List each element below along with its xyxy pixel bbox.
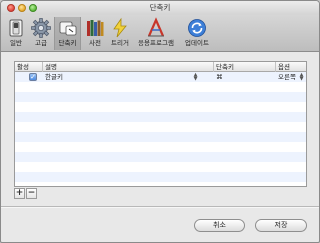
application-icon: [147, 17, 165, 37]
remove-row-button[interactable]: −: [26, 188, 37, 199]
empty-row: [15, 182, 306, 192]
divider: [1, 207, 319, 208]
empty-row: [15, 132, 306, 142]
title-bar: 단축키: [1, 1, 319, 15]
column-header-description[interactable]: 설명: [43, 62, 214, 72]
add-row-button[interactable]: +: [14, 188, 25, 199]
empty-row: [15, 82, 306, 92]
empty-row: [15, 102, 306, 112]
description-stepper-icon[interactable]: ▲ ▼: [193, 73, 198, 82]
minimize-window-button[interactable]: [18, 4, 26, 12]
zoom-window-button[interactable]: [29, 4, 37, 12]
row-description: 한글키: [45, 73, 63, 81]
save-button[interactable]: 저장: [255, 219, 307, 232]
empty-row: [15, 172, 306, 182]
switch-icon: [9, 19, 23, 37]
toolbar: 일반 고급 단축키 사전 트리거 응용프로그램 업데이트: [1, 15, 319, 52]
shortcut-table: 활성 설명 단축키 옵션 ✓ 한글키 ▲ ▼ ⌘ 오른쪽 ▲ ▼: [14, 61, 307, 187]
empty-row: [15, 142, 306, 152]
toolbar-item-dictionary[interactable]: 사전: [84, 17, 106, 50]
window-title: 단축키: [149, 3, 171, 12]
toolbar-item-label: 트리거: [111, 39, 129, 47]
preferences-window: 단축키 일반 고급 단축키 사전 트리거 응용프로그램 업데이트 활성 설명 단…: [0, 0, 320, 243]
empty-row: [15, 92, 306, 102]
lightning-icon: [113, 17, 127, 38]
row-shortcut[interactable]: ⌘: [214, 72, 223, 82]
cancel-button[interactable]: 취소: [194, 219, 245, 232]
toolbar-item-label: 단축키: [58, 39, 77, 47]
toolbar-item-applications[interactable]: 응용프로그램: [134, 17, 178, 50]
toolbar-item-shortcuts[interactable]: 단축키: [54, 17, 81, 50]
table-body: ✓ 한글키 ▲ ▼ ⌘ 오른쪽 ▲ ▼: [15, 72, 306, 186]
column-header-option[interactable]: 옵션: [276, 62, 308, 72]
enabled-checkbox[interactable]: ✓: [29, 73, 37, 81]
toolbar-item-advanced[interactable]: 고급: [30, 17, 52, 50]
update-icon: [188, 19, 206, 37]
empty-row: [15, 112, 306, 122]
column-header-enabled[interactable]: 활성: [15, 62, 43, 72]
table-row[interactable]: ✓ 한글키 ▲ ▼ ⌘ 오른쪽 ▲ ▼: [15, 72, 306, 82]
close-window-button[interactable]: [7, 4, 15, 12]
empty-row: [15, 152, 306, 162]
toolbar-item-update[interactable]: 업데이트: [181, 17, 213, 50]
toolbar-item-trigger[interactable]: 트리거: [108, 17, 132, 50]
toolbar-item-label: 업데이트: [185, 39, 209, 47]
toolbar-item-label: 일반: [10, 39, 22, 47]
books-icon: [87, 20, 104, 36]
table-header: 활성 설명 단축키 옵션: [15, 62, 306, 72]
toolbar-item-label: 응용프로그램: [138, 39, 174, 47]
shortcut-key-icon: [59, 21, 76, 36]
option-stepper-icon[interactable]: ▲ ▼: [299, 73, 304, 82]
empty-row: [15, 122, 306, 132]
column-header-shortcut[interactable]: 단축키: [214, 62, 276, 72]
toolbar-item-label: 고급: [35, 39, 47, 47]
gear-icon: [31, 18, 51, 38]
toolbar-item-label: 사전: [89, 39, 101, 47]
row-option[interactable]: 오른쪽: [276, 72, 296, 82]
empty-row: [15, 162, 306, 172]
toolbar-item-general[interactable]: 일반: [4, 17, 28, 50]
